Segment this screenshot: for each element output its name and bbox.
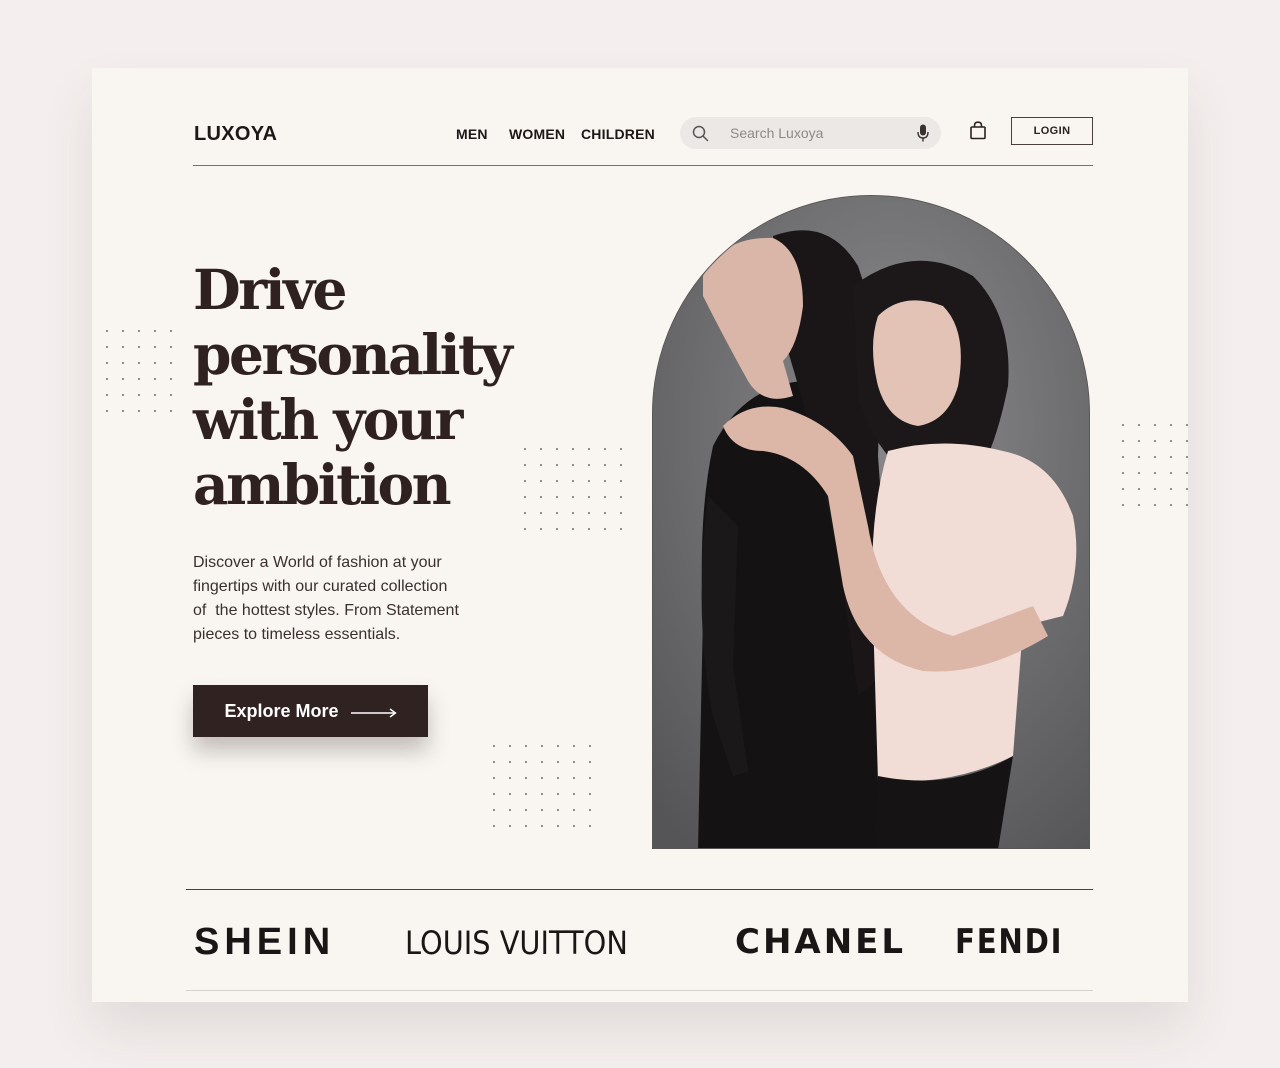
hero-photo (652, 195, 1090, 849)
hero-title-line: with your (193, 387, 463, 452)
nav-children[interactable]: CHILDREN (581, 126, 655, 142)
hero-description-line: pieces to timeless essentials. (193, 626, 401, 643)
decorative-dot-grid (1120, 422, 1192, 512)
brand-logo-shein[interactable]: SHEIN (194, 921, 335, 964)
search-bar[interactable] (680, 117, 941, 149)
brand-logo[interactable]: LUXOYA (194, 123, 277, 146)
models-illustration (653, 196, 1089, 848)
hero-description-line: of the hottest styles. From Statement (193, 602, 459, 619)
hero-title-line: Drive (193, 257, 348, 322)
login-button[interactable]: LOGIN (1011, 117, 1093, 145)
brands-divider (186, 889, 1093, 890)
header-divider (193, 165, 1093, 166)
hero-description: Discover a World of fashion at your fing… (193, 551, 513, 647)
decorative-dot-grid (491, 743, 603, 833)
hero-description-line: Discover a World of fashion at your (193, 554, 442, 571)
decorative-dot-grid (104, 328, 176, 418)
decorative-dot-grid (522, 446, 634, 536)
arrow-right-icon (350, 702, 397, 723)
brand-logo-fendi[interactable]: FENDI (955, 922, 1063, 962)
nav-women[interactable]: WOMEN (509, 126, 565, 142)
footer-divider (186, 990, 1093, 991)
hero-title: Drive personality with your ambition (193, 257, 553, 517)
search-input[interactable] (730, 123, 900, 143)
hero-description-line: fingertips with our curated collection (193, 578, 448, 595)
nav-men[interactable]: MEN (456, 126, 488, 142)
brand-logo-louis-vuitton[interactable]: LOUIS VUITTON (405, 924, 628, 962)
shopping-bag-icon[interactable] (969, 121, 987, 145)
microphone-icon[interactable] (917, 124, 929, 147)
hero-title-line: ambition (193, 452, 452, 517)
explore-more-button[interactable]: Explore More (193, 685, 428, 737)
hero-title-line: personality (193, 322, 513, 387)
explore-more-label: Explore More (224, 700, 339, 721)
search-icon[interactable] (692, 125, 709, 147)
brand-logo-chanel[interactable]: CHANEL (735, 922, 906, 962)
